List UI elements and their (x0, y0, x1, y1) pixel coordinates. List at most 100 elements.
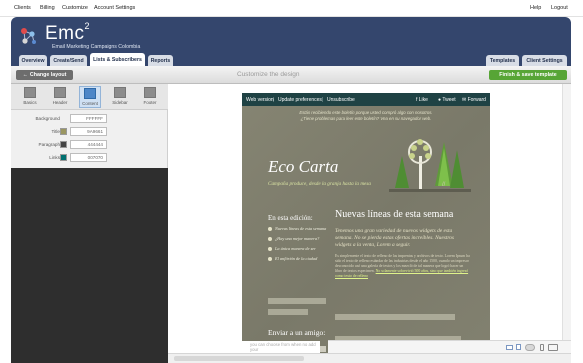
clients-link[interactable]: Clients (14, 5, 31, 11)
separator: | (273, 97, 275, 103)
trees-illustration-icon (389, 139, 471, 192)
bullet-icon (268, 257, 272, 261)
tool-content[interactable]: Content (79, 86, 101, 108)
tool-sidebar[interactable]: Sidebar (109, 86, 131, 108)
vertical-scrollbar[interactable] (562, 84, 571, 353)
sidebar-icon (114, 87, 126, 98)
tool-header[interactable]: Header (49, 86, 71, 108)
list-item[interactable]: El anfitrión de la ciudad (268, 256, 330, 261)
finish-label: Finish & save template (499, 72, 557, 78)
email-title: Eco Carta (268, 157, 339, 176)
app-window: Clients Billing Customize Account Settin… (0, 0, 583, 363)
brand-tagline: Email Marketing Campaigns Colombia (52, 44, 141, 50)
article-title: Nuevas líneas de esta semana (335, 209, 454, 220)
bullet-icon (268, 237, 272, 241)
in-this-edition-title: En esta edición: (268, 214, 313, 222)
email-note-1: Estás recibiendo este boletín porque ust… (299, 110, 433, 115)
unsubscribe-link[interactable]: Unsubscribe (327, 97, 355, 103)
account-settings-link[interactable]: Account Settings (94, 5, 135, 11)
finish-save-template-button[interactable]: Finish & save template (489, 70, 567, 80)
property-title: Title 9A9661 (11, 127, 168, 137)
scrollbar-thumb[interactable] (174, 356, 304, 361)
email-body: Estás recibiendo este boletín porque ust… (242, 106, 490, 363)
separator: | (322, 97, 324, 103)
page-title: Customize the design (237, 71, 300, 78)
placeholder-bar (268, 309, 308, 315)
action-bar: ← Change layout Customize the design Fin… (11, 66, 571, 84)
placeholder-bar (268, 298, 326, 304)
property-label: Title (51, 129, 60, 134)
change-layout-label: Change layout (29, 72, 67, 78)
list-item[interactable]: Nuevas líneas de esta semana (268, 226, 330, 231)
property-background: Background FFFFFF (11, 114, 168, 124)
color-input-paragraph[interactable]: 444444 (70, 140, 107, 149)
content-icon (84, 88, 96, 99)
section-toolbar: Basics Header Content Sidebar Footer (11, 84, 168, 110)
property-links: Links 007070 (11, 153, 168, 163)
mobile-view-icon[interactable] (540, 344, 544, 351)
tool-footer[interactable]: Footer (139, 86, 161, 108)
tool-basics[interactable]: Basics (19, 86, 41, 108)
basics-icon (24, 87, 36, 98)
color-swatch-title[interactable] (60, 128, 67, 135)
tab-templates[interactable]: Templates (486, 55, 519, 66)
change-layout-button[interactable]: ← Change layout (16, 70, 73, 80)
bullet-icon (268, 247, 272, 251)
editor-canvas: Web version | Update preferences | Unsub… (168, 84, 571, 363)
tab-overview[interactable]: Overview (19, 55, 47, 66)
color-input-background[interactable]: FFFFFF (70, 114, 107, 123)
view-toggle[interactable] (525, 344, 535, 351)
list-item[interactable]: ¿Hay una mejor manera? (268, 236, 330, 241)
tool-header-label: Header (52, 100, 68, 105)
bullet-icon (268, 227, 272, 231)
article-body: Es simplemente el texto de relleno de la… (335, 254, 470, 278)
billing-link[interactable]: Billing (40, 5, 55, 11)
desktop-view-icon[interactable] (506, 345, 513, 350)
customize-link[interactable]: Customize (62, 5, 88, 11)
design-panel: Basics Header Content Sidebar Footer Bac… (11, 84, 168, 363)
tab-lists-subscribers[interactable]: Lists & Subscribers (90, 53, 145, 66)
tab-create-send[interactable]: Create/Send (50, 55, 87, 66)
color-input-title[interactable]: 9A9661 (70, 127, 107, 136)
tweet-link[interactable]: ● Tweet (438, 97, 456, 103)
update-preferences-link[interactable]: Update preferences (278, 97, 322, 103)
color-input-links[interactable]: 007070 (70, 153, 107, 162)
panel-empty-area (11, 168, 168, 363)
main-column: Nuevas líneas de esta semana Tenemos una… (335, 209, 470, 279)
tool-sidebar-label: Sidebar (112, 100, 128, 105)
help-link[interactable]: Help (530, 5, 541, 11)
email-note-2: ¿Tiene problemas para leer este boletín?… (300, 116, 432, 121)
horizontal-scrollbar[interactable] (168, 353, 571, 363)
email-preview: Web version | Update preferences | Unsub… (242, 93, 490, 363)
tool-basics-label: Basics (23, 100, 37, 105)
email-subtitle: Campaña produce, desde la granja hasta l… (268, 181, 371, 187)
color-swatch-links[interactable] (60, 154, 67, 161)
fullscreen-icon[interactable] (548, 344, 558, 351)
placeholder-bar (335, 314, 455, 320)
tool-content-label: Content (82, 101, 98, 106)
tab-reports[interactable]: Reports (148, 55, 173, 66)
like-link[interactable]: f Like (416, 97, 428, 103)
color-swatch-paragraph[interactable] (60, 141, 67, 148)
tab-client-settings[interactable]: Client Settings (522, 55, 567, 66)
list-item[interactable]: La única manera de ser (268, 246, 330, 251)
tool-footer-label: Footer (143, 100, 157, 105)
forward-link[interactable]: ✉ Forward (462, 97, 486, 103)
zoom-controls (328, 340, 571, 353)
property-label: Background (35, 116, 60, 121)
back-arrow-icon: ← (22, 72, 28, 78)
property-label: Paragraph (38, 142, 60, 147)
property-paragraph: Paragraph 444444 (11, 140, 168, 150)
logout-link[interactable]: Logout (551, 5, 568, 11)
brand-name: Emc2 (45, 21, 91, 44)
property-label: Links (49, 155, 60, 160)
decor-marks: // (442, 182, 446, 188)
web-version-link[interactable]: Web version (246, 97, 274, 103)
article-lead: Tenemos una gran variedad de nuevos widg… (335, 228, 455, 248)
app-header: Emc2 Email Marketing Campaigns Colombia … (11, 17, 571, 66)
top-bar: Clients Billing Customize Account Settin… (0, 0, 583, 17)
header-icon (54, 87, 66, 98)
footer-icon (144, 87, 156, 98)
tablet-view-icon[interactable] (516, 344, 521, 350)
left-column: En esta edición: Nuevas líneas de esta s… (268, 214, 330, 266)
